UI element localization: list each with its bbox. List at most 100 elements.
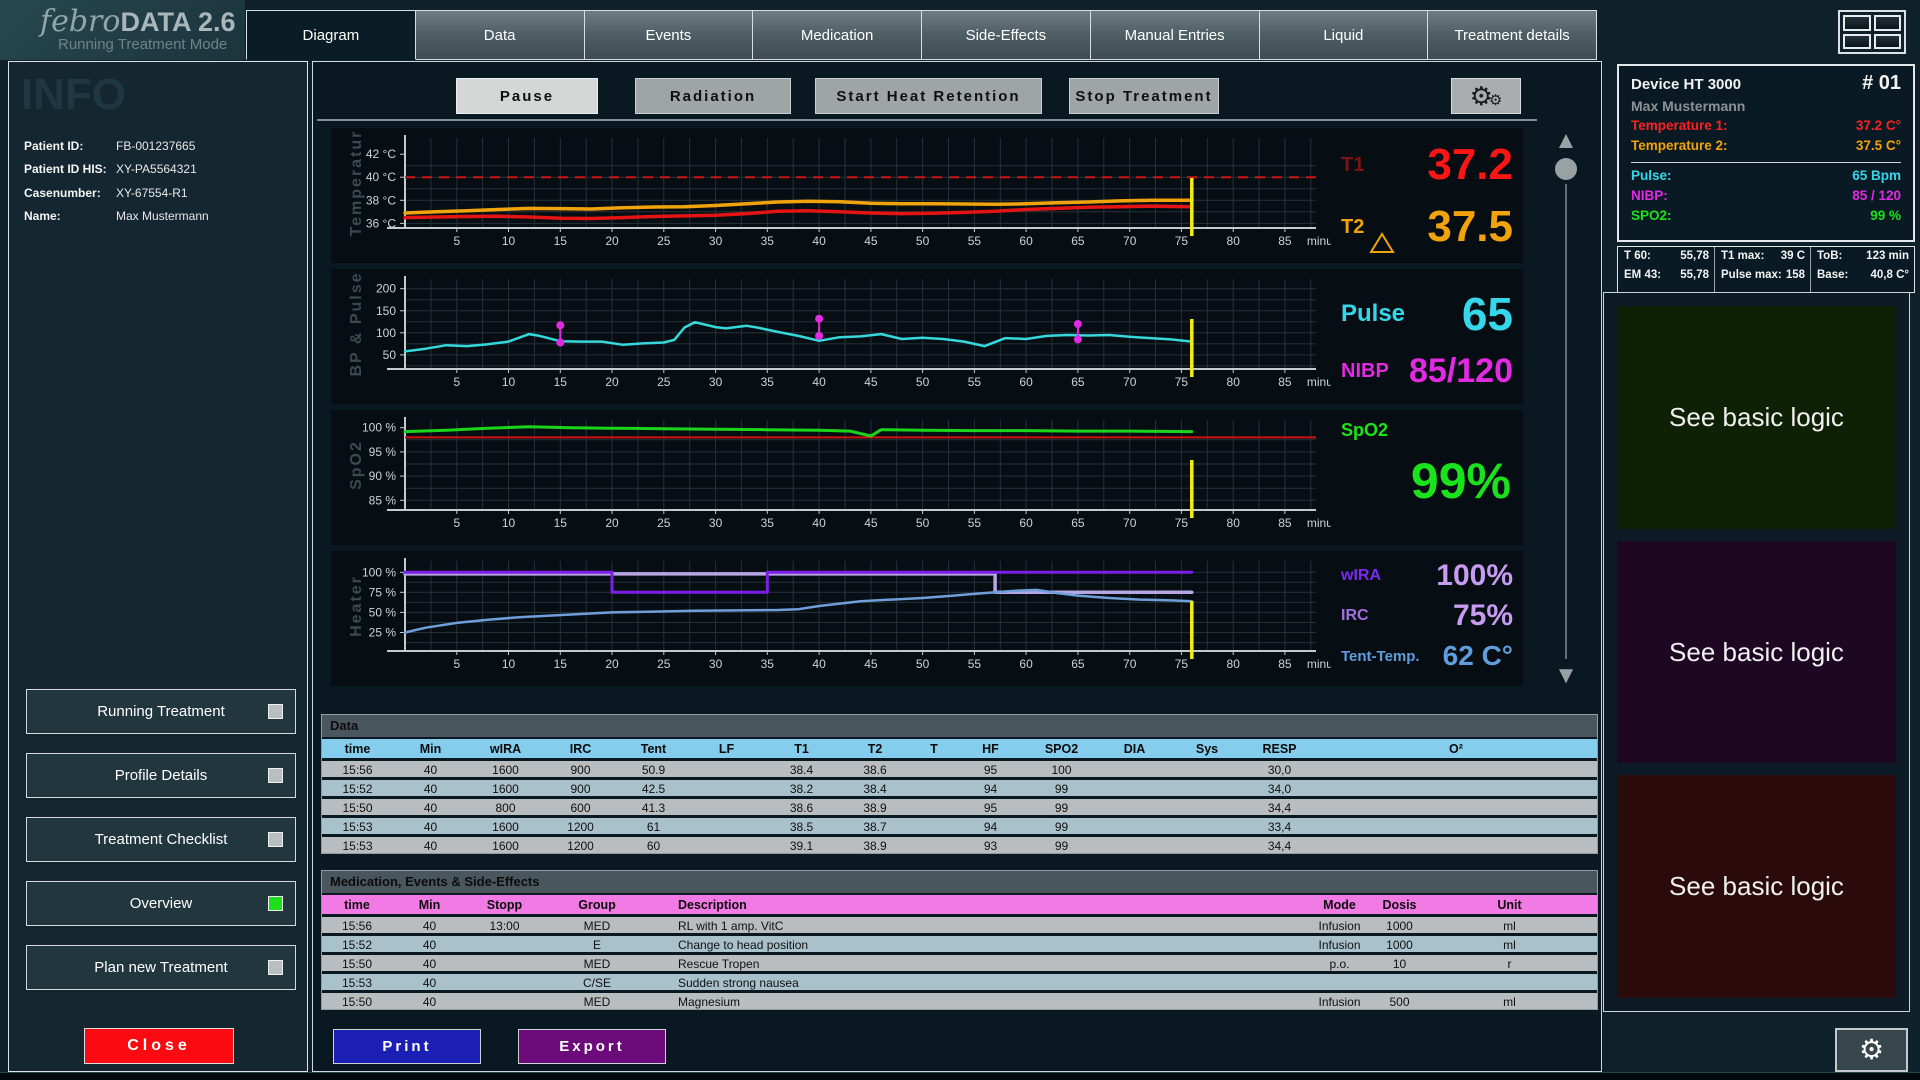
sidebar-item-running-treatment[interactable]: Running Treatment: [26, 689, 296, 734]
start-heat-retention-button[interactable]: Start Heat Retention: [815, 78, 1042, 114]
patient-field-value: XY-PA5564321: [116, 162, 307, 176]
table-cell: [911, 799, 957, 815]
svg-text:35: 35: [761, 657, 775, 671]
print-button[interactable]: Print: [333, 1029, 481, 1064]
basic-logic-panel-1[interactable]: See basic logic: [1617, 306, 1896, 529]
device-number: # 01: [1862, 72, 1901, 95]
sidebar-item-plan-new-treatment[interactable]: Plan new Treatment: [26, 945, 296, 990]
sidebar-item-treatment-checklist[interactable]: Treatment Checklist: [26, 817, 296, 862]
radiation-button[interactable]: Radiation: [635, 78, 791, 114]
table-row[interactable]: 15:5040MEDRescue Tropenp.o.10r: [322, 952, 1597, 971]
svg-text:10: 10: [502, 516, 516, 530]
window-layout-icon[interactable]: [1838, 10, 1906, 54]
svg-text:75: 75: [1175, 516, 1189, 530]
scroll-up-icon[interactable]: ▲: [1554, 128, 1578, 154]
stop-treatment-button[interactable]: Stop Treatment: [1069, 78, 1219, 114]
svg-text:60: 60: [1019, 516, 1033, 530]
table-row[interactable]: 15:504080060041.338.638.9959934,4: [322, 796, 1597, 815]
sidebar-item-profile-details[interactable]: Profile Details: [26, 753, 296, 798]
table-cell: r: [1422, 955, 1597, 971]
column-header: Unit: [1422, 895, 1597, 914]
heater-readout-row: IRC75%: [1331, 597, 1523, 635]
column-header: Sys: [1170, 739, 1244, 758]
stat-cell: Base:40,8 C°: [1817, 269, 1909, 288]
svg-text:38 °C: 38 °C: [366, 193, 396, 207]
table-cell: [1315, 799, 1597, 815]
heater-label-irc: IRC: [1341, 607, 1369, 625]
bp-pulse-chart: 2001501005051015202530354045505560657075…: [331, 269, 1331, 404]
table-row[interactable]: 15:5240160090042.538.238.4949934,0: [322, 777, 1597, 796]
table-cell: 95: [957, 799, 1024, 815]
stat-cell: EM 43:55,78: [1624, 269, 1709, 288]
table-cell: 99: [1024, 799, 1099, 815]
table-row[interactable]: 15:564013:00MEDRL with 1 amp. VitCInfusi…: [322, 914, 1597, 933]
table-cell: 38.9: [839, 837, 911, 853]
tab-data[interactable]: Data: [415, 10, 585, 60]
svg-text:SpO2: SpO2: [348, 440, 365, 490]
table-row[interactable]: 15:5040MEDMagnesiumInfusion500ml: [322, 990, 1597, 1009]
table-row[interactable]: 15:5340160012006039.138.9939934,4: [322, 834, 1597, 853]
pulse-value: 65: [1462, 287, 1513, 341]
tab-medication[interactable]: Medication: [752, 10, 922, 60]
svg-text:70: 70: [1123, 516, 1137, 530]
vital-label: Pulse:: [1631, 168, 1672, 188]
tab-treatment-details[interactable]: Treatment details: [1427, 10, 1597, 60]
svg-text:40: 40: [812, 657, 826, 671]
settings-button[interactable]: ⚙⚙: [1451, 78, 1521, 114]
scroll-thumb[interactable]: [1555, 158, 1577, 180]
svg-text:60: 60: [1019, 375, 1033, 389]
divider: [317, 119, 1537, 121]
table-row[interactable]: 15:5240EChange to head positionInfusion1…: [322, 933, 1597, 952]
table-cell: 1000: [1377, 936, 1422, 952]
table-cell: 15:50: [322, 955, 392, 971]
table-cell: [1170, 818, 1244, 834]
patient-field-row: Patient ID HIS:XY-PA5564321: [24, 158, 307, 182]
stat-cell: Pulse max:158: [1721, 269, 1805, 288]
scroll-down-icon[interactable]: ▼: [1554, 663, 1578, 689]
window-pane-icon: [1874, 34, 1902, 50]
export-button[interactable]: Export: [518, 1029, 666, 1064]
stat-label: T 60:: [1624, 250, 1651, 269]
scroll-track[interactable]: [1565, 184, 1567, 659]
svg-text:75: 75: [1175, 234, 1189, 248]
svg-text:30: 30: [709, 657, 723, 671]
svg-text:45: 45: [864, 234, 878, 248]
table-row[interactable]: 15:5340C/SESudden strong nausea: [322, 971, 1597, 990]
settings-gear-button[interactable]: ⚙: [1835, 1028, 1908, 1072]
temperature-readout: T137.2T237.5: [1331, 128, 1523, 263]
tab-side-effects[interactable]: Side-Effects: [921, 10, 1091, 60]
table-cell: [1315, 837, 1597, 853]
tab-diagram[interactable]: Diagram: [246, 10, 416, 60]
column-header: Min: [393, 739, 468, 758]
table-cell: 15:53: [322, 837, 393, 853]
pause-button[interactable]: Pause: [456, 78, 598, 114]
tab-liquid[interactable]: Liquid: [1259, 10, 1429, 60]
table-cell: [1422, 974, 1597, 990]
svg-text:minutes: minutes: [1307, 657, 1331, 671]
svg-text:65: 65: [1071, 516, 1085, 530]
app-title: febroDATA 2.6: [40, 4, 245, 39]
table-row[interactable]: 15:5640160090050.938.438.69510030,0: [322, 758, 1597, 777]
table-cell: [467, 993, 542, 1009]
column-header: SPO2: [1024, 739, 1099, 758]
tab-events[interactable]: Events: [584, 10, 754, 60]
column-header: T: [911, 739, 957, 758]
svg-text:5: 5: [453, 657, 460, 671]
table-row[interactable]: 15:5340160012006138.538.7949933,4: [322, 815, 1597, 834]
table-cell: [1099, 837, 1170, 853]
svg-text:50: 50: [916, 234, 930, 248]
close-button[interactable]: Close: [84, 1028, 234, 1064]
column-header: Stopp: [467, 895, 542, 914]
table-cell: [1377, 974, 1422, 990]
svg-text:5: 5: [453, 375, 460, 389]
tab-manual-entries[interactable]: Manual Entries: [1090, 10, 1260, 60]
mode-subtitle: Running Treatment Mode: [58, 36, 245, 53]
svg-text:60: 60: [1019, 657, 1033, 671]
svg-text:25: 25: [657, 375, 671, 389]
basic-logic-panel-2[interactable]: See basic logic: [1617, 541, 1896, 764]
table-cell: 40: [392, 955, 467, 971]
sidebar-item-overview[interactable]: Overview: [26, 881, 296, 926]
table-cell: ml: [1422, 993, 1597, 1009]
basic-logic-panel-3[interactable]: See basic logic: [1617, 775, 1896, 998]
table-cell: 900: [543, 780, 618, 796]
